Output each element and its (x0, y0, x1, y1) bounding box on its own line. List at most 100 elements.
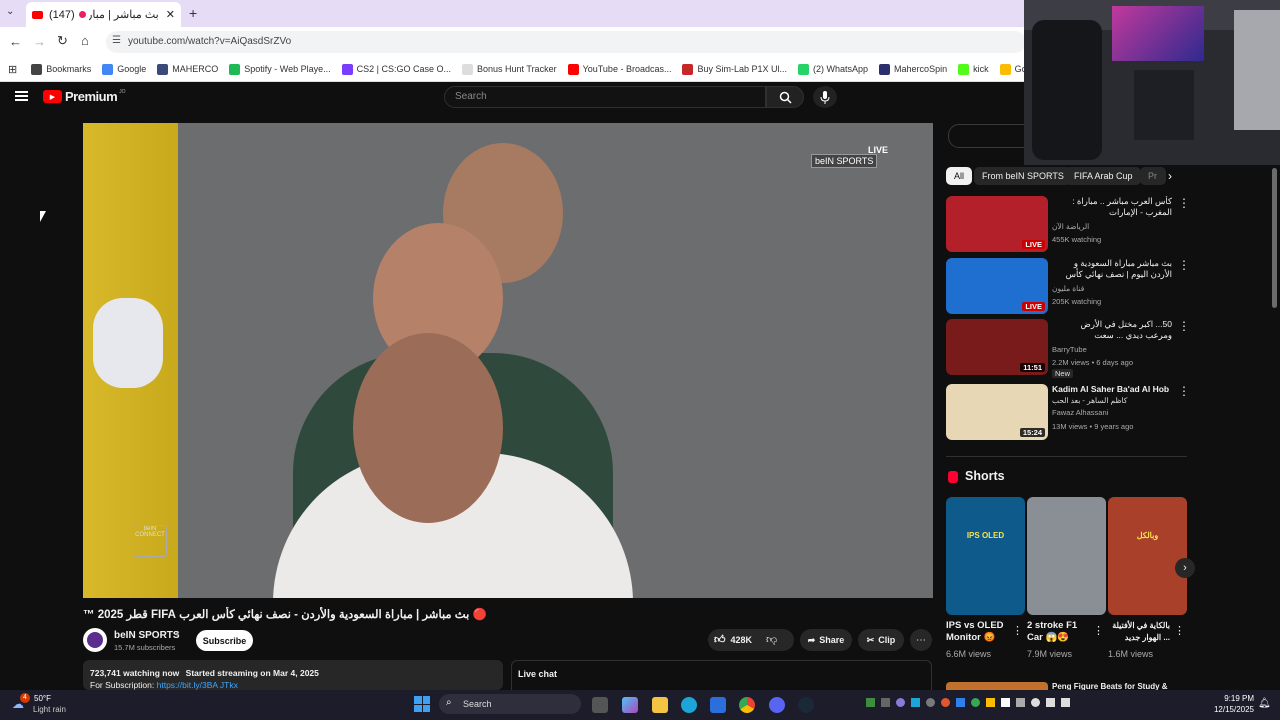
steam-icon[interactable] (798, 697, 814, 713)
tray-app-icon-10[interactable] (1001, 698, 1010, 707)
weather-widget[interactable]: ☁ 4 50°F Light rain (12, 693, 92, 717)
related-video[interactable]: LIVE كأس العرب مباشر .. مباراة : المغرب -… (946, 196, 1191, 254)
clock-time[interactable]: 9:19 PM (1210, 694, 1254, 703)
tray-app-icon-9[interactable] (986, 698, 995, 707)
tray-app-icon-12[interactable] (1031, 698, 1040, 707)
tray-app-icon-5[interactable] (926, 698, 935, 707)
related-video[interactable]: 11:51 50... اكبر مختل في الأرض ومرعب ديدي… (946, 319, 1191, 378)
bookmark-item[interactable]: MAHERCO (157, 63, 218, 75)
more-actions-button[interactable]: ⋯ (910, 629, 932, 651)
short-title[interactable]: IPS vs OLED Monitor 😡 (946, 620, 1008, 644)
share-button[interactable]: ➦ Share (800, 629, 852, 651)
tray-app-icon-2[interactable] (881, 698, 890, 707)
new-tab-icon[interactable]: + (189, 5, 197, 21)
short-more-options-icon[interactable]: ⋮ (1012, 624, 1023, 637)
shorts-next-button[interactable]: › (1175, 558, 1195, 578)
search-input[interactable]: Search (444, 86, 766, 108)
browser-tab[interactable]: (147) بث مباشر | مباراة السـ ✕ (26, 2, 181, 27)
file-explorer-icon[interactable] (652, 697, 668, 713)
tray-app-icon-1[interactable] (866, 698, 875, 707)
short-title[interactable]: 2 stroke F1 Car 😱😍 (1027, 620, 1089, 644)
bookmark-item[interactable]: CS2 | CS:GO Case O... (341, 63, 451, 75)
related-video[interactable]: LIVE بث مباشر مباراة السعودية و الأردن ال… (946, 258, 1191, 316)
clock-date[interactable]: 12/15/2025 (1204, 705, 1254, 714)
youtube-premium-logo[interactable]: ▶ Premium JO (43, 89, 126, 104)
filter-chip[interactable]: FIFA Arab Cup (1066, 167, 1141, 185)
tray-app-icon-6[interactable] (941, 698, 950, 707)
apps-grid-icon[interactable]: ⊞ (8, 63, 17, 76)
like-button[interactable]: 👍︎ 428K (714, 633, 752, 646)
tray-app-icon-7[interactable] (956, 698, 965, 707)
back-arrow-icon[interactable]: ← (9, 34, 22, 49)
tray-app-icon-4[interactable] (911, 698, 920, 707)
start-button[interactable] (414, 696, 430, 712)
wifi-icon[interactable] (1046, 698, 1055, 707)
short-more-options-icon[interactable]: ⋮ (1174, 624, 1185, 637)
volume-icon[interactable] (1061, 698, 1070, 707)
short-more-options-icon[interactable]: ⋮ (1093, 624, 1104, 637)
related-video-channel[interactable]: قناة مليون (1052, 284, 1084, 293)
related-video-title[interactable]: Kadim Al Saher Ba'ad Al Hob (1052, 384, 1172, 395)
more-options-icon[interactable]: ⋮ (1178, 319, 1190, 333)
next-video-thumbnail[interactable] (946, 682, 1048, 690)
short-thumbnail[interactable]: وبالكل (1108, 497, 1187, 615)
clip-button[interactable]: ✂ Clip (858, 629, 904, 651)
bookmark-item[interactable]: Spotify - Web Playe... (229, 63, 331, 75)
bookmark-item[interactable]: YouTube - Broadcas... (567, 63, 671, 75)
task-view-icon[interactable] (592, 697, 608, 713)
chips-next-chevron-icon[interactable]: › (1168, 169, 1172, 183)
tab-close-icon[interactable]: ✕ (166, 8, 175, 21)
reload-icon[interactable]: ↻ (57, 33, 68, 49)
discord-icon[interactable] (769, 697, 785, 713)
video-thumbnail[interactable]: LIVE (946, 258, 1048, 314)
description-link[interactable]: https://bit.ly/3BA JTkx (157, 680, 238, 690)
chrome-icon[interactable] (739, 697, 755, 713)
store-icon[interactable] (710, 697, 726, 713)
home-icon[interactable]: ⌂ (81, 33, 89, 48)
video-player[interactable]: LIVE beIN SPORTS beIN CONNECT (83, 123, 933, 598)
channel-avatar[interactable] (83, 628, 107, 652)
related-video[interactable]: 15:24 Kadim Al Saher Ba'ad Al Hob كاظم الس… (946, 384, 1191, 442)
more-options-icon[interactable]: ⋮ (1178, 384, 1190, 398)
video-thumbnail[interactable]: 15:24 (946, 384, 1048, 440)
edge-icon[interactable] (681, 697, 697, 713)
bookmark-item[interactable]: (2) WhatsApp (798, 63, 868, 75)
more-options-icon[interactable]: ⋮ (1178, 258, 1190, 272)
bookmark-item[interactable]: Bookmarks (31, 63, 91, 75)
short-title[interactable]: بالكاية في الأفتيلة ... الهوار جديد (1108, 620, 1170, 644)
search-button[interactable] (766, 86, 804, 108)
address-bar[interactable]: ☰ youtube.com/watch?v=AiQasdSrZVo (106, 31, 1026, 53)
short-thumbnail[interactable] (1027, 497, 1106, 615)
related-video-title[interactable]: كأس العرب مباشر .. مباراة : المغرب - الإ… (1052, 196, 1172, 218)
more-options-icon[interactable]: ⋮ (1178, 196, 1190, 210)
video-thumbnail[interactable]: 11:51 (946, 319, 1048, 375)
bookmark-item[interactable]: Google (102, 63, 146, 75)
taskbar-search-box[interactable]: ⌕ Search (439, 694, 581, 714)
tray-app-icon-3[interactable] (896, 698, 905, 707)
description-box[interactable]: 723,741 watching now Started streaming o… (83, 660, 503, 690)
forward-arrow-icon[interactable]: → (33, 34, 46, 49)
bookmark-item[interactable]: kick (958, 63, 989, 75)
filter-chip[interactable]: All (946, 167, 973, 185)
filter-chip[interactable]: From beIN SPORTS (974, 167, 1072, 185)
hamburger-menu-icon[interactable] (15, 89, 28, 103)
system-tray[interactable] (866, 698, 1186, 712)
bookmark-item[interactable]: MahercoSpin (879, 63, 947, 75)
tray-app-icon-8[interactable] (971, 698, 980, 707)
site-info-icon[interactable]: ☰ (112, 35, 121, 46)
channel-name[interactable]: beIN SPORTS (114, 630, 180, 641)
related-video-channel[interactable]: الرياضة الآن (1052, 222, 1089, 231)
tray-app-icon-11[interactable] (1016, 698, 1025, 707)
related-video-title[interactable]: 50... اكبر مختل في الأرض ومرعب ديدي ... … (1052, 319, 1172, 341)
video-thumbnail[interactable]: LIVE (946, 196, 1048, 252)
notification-bell-icon[interactable]: 🔔︎ (1258, 698, 1271, 709)
related-video-channel[interactable]: BarryTube (1052, 345, 1087, 354)
voice-search-button[interactable] (813, 86, 837, 108)
copilot-icon[interactable] (622, 697, 638, 713)
related-video-channel[interactable]: Fawaz Alhassani (1052, 408, 1108, 417)
related-video-title[interactable]: بث مباشر مباراة السعودية و الأردن اليوم … (1052, 258, 1172, 280)
page-scrollbar[interactable] (1272, 168, 1277, 308)
dislike-button[interactable]: 👎︎ (766, 633, 777, 646)
subscribe-button[interactable]: Subscribe (196, 630, 253, 651)
short-thumbnail[interactable]: IPS OLED (946, 497, 1025, 615)
